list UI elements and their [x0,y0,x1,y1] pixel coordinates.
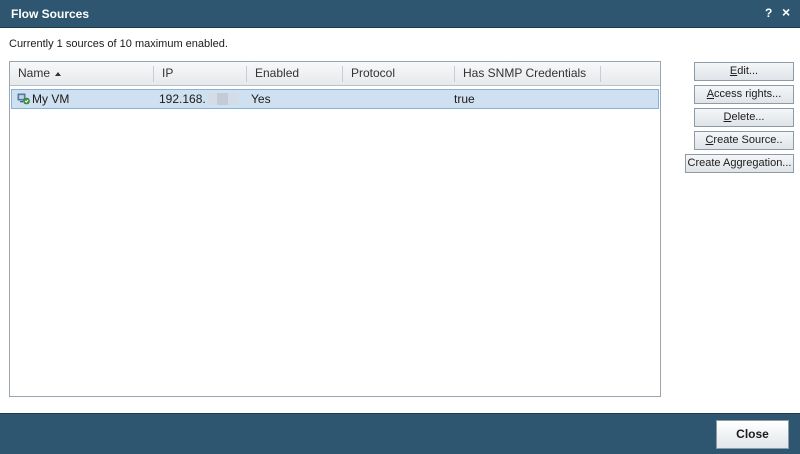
delete-button[interactable]: Delete... [694,108,794,127]
title-bar: Flow Sources ? × [0,0,800,28]
sources-table: Name IP Enabled Protocol Has SNMP Creden… [9,61,661,397]
cell-enabled: Yes [251,92,271,106]
cell-name: My VM [32,92,70,106]
edit-button[interactable]: Edit... [694,62,794,81]
redacted-ip-block [207,93,238,105]
sort-ascending-icon [55,71,62,76]
column-header-name[interactable]: Name [10,62,154,86]
button-label-suffix: ccess rights... [714,88,782,100]
button-label-suffix: gregation... [736,157,792,169]
help-icon[interactable]: ? [765,6,772,20]
cell-ip: 192.168. [159,92,238,107]
column-header-label: Enabled [255,66,300,80]
column-header-label: IP [162,66,174,80]
column-separator[interactable] [600,66,601,82]
access-rights-button[interactable]: Access rights... [694,85,794,104]
column-header-enabled[interactable]: Enabled [247,62,342,86]
button-mnemonic: A [706,88,715,100]
column-header-label: Protocol [351,66,396,80]
column-header-protocol[interactable]: Protocol [343,62,455,86]
create-source-button[interactable]: Create Source.. [694,131,794,150]
column-header-label: Has SNMP Credentials [463,66,587,80]
column-header-has-snmp[interactable]: Has SNMP Credentials [455,62,601,86]
status-text: Currently 1 sources of 10 maximum enable… [9,38,228,50]
column-header-label: Name [18,66,51,80]
button-label-suffix: elete... [731,111,765,123]
button-label-suffix: reate Source.. [713,134,783,146]
table-header: Name IP Enabled Protocol Has SNMP Creden… [10,62,660,86]
dialog-footer [0,413,800,454]
button-label-prefix: Create A [687,157,731,169]
vm-source-icon [17,93,30,105]
window-title: Flow Sources [11,7,90,21]
close-icon[interactable]: × [782,5,790,19]
button-label-suffix: dit... [737,65,759,77]
column-header-ip[interactable]: IP [154,62,246,86]
create-aggregation-button[interactable]: Create Aggregation... [685,154,794,173]
cell-ip-value: 192.168. [159,92,206,106]
close-button[interactable]: Close [716,420,789,449]
table-row[interactable]: My VM 192.168. Yes true [11,89,659,109]
cell-has-snmp: true [454,92,475,106]
